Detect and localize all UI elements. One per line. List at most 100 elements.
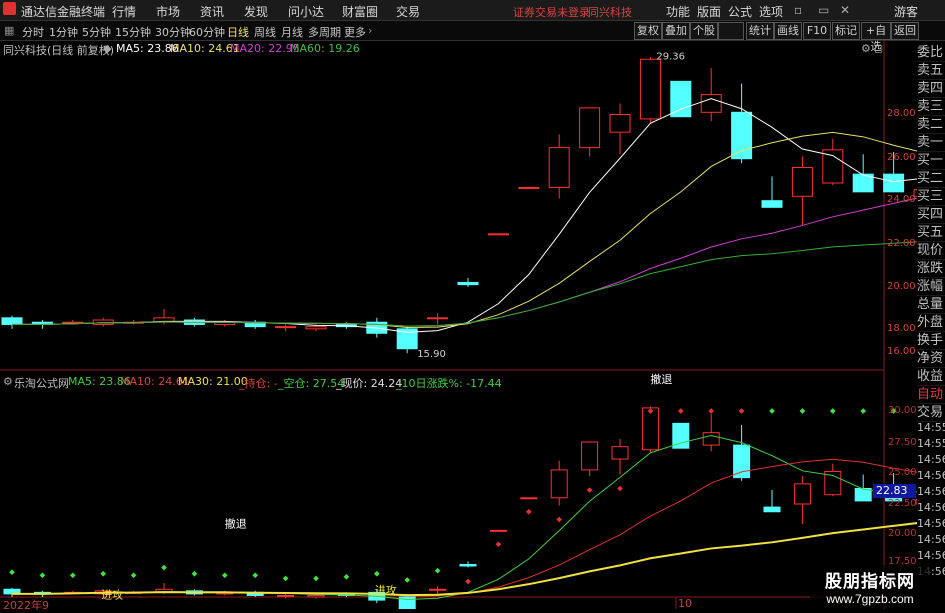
quote-panel: 委比 卖五 卖四 卖三 卖二 卖一 买一 买二 买三 买四 买五 现价 涨跌 涨…	[917, 44, 945, 386]
window-minimize-icon[interactable]: ▭	[818, 3, 829, 17]
watermark-url: www.7gpzb.com	[826, 592, 914, 606]
quote-item: 现价	[917, 243, 945, 260]
time-label: 14:56	[917, 517, 945, 530]
menu-options[interactable]: 选项	[759, 3, 783, 20]
candle-body	[700, 94, 722, 113]
signal-dot	[404, 577, 411, 583]
tab-multi[interactable]: 多周期	[308, 24, 341, 40]
quote-item: 卖四	[917, 81, 945, 98]
menu-news[interactable]: 资讯	[200, 3, 224, 20]
quote-item: 卖五	[917, 63, 945, 80]
add-watchlist-button[interactable]: +自选	[861, 22, 891, 53]
chevron-right-icon[interactable]: ›	[368, 24, 372, 37]
grid-icon: ▦	[4, 24, 15, 37]
y-tick-22: 22.00	[887, 238, 916, 249]
y-tick-26: 26.00	[887, 152, 916, 163]
time-label: 14:56	[917, 549, 945, 562]
candle-body	[487, 233, 509, 236]
signal-dot	[373, 570, 380, 577]
ind-candle-body	[277, 594, 295, 597]
candle-body	[609, 114, 631, 133]
adjust-button[interactable]: 复权	[634, 22, 662, 40]
auto-label[interactable]: 自动	[917, 386, 945, 404]
menu-function[interactable]: 功能	[666, 3, 690, 20]
auto-trade-panel: 自动 交易	[917, 386, 945, 422]
signal-dot	[829, 408, 836, 414]
candle-body	[548, 147, 570, 188]
ind-ma10-line	[12, 458, 917, 597]
tab-1min[interactable]: 1分钟	[49, 24, 78, 40]
signal-dot	[617, 485, 623, 492]
chart-area[interactable]: 撤退撤退进攻 进攻 29.3615.90	[0, 40, 917, 609]
stock-button[interactable]: 个股	[690, 22, 718, 40]
tab-weekly[interactable]: 周线	[254, 24, 276, 40]
candle-body	[92, 319, 114, 325]
draw-button[interactable]: 画线	[774, 22, 802, 40]
tab-daily[interactable]: 日线	[227, 24, 249, 40]
candle-body	[457, 281, 479, 286]
back-button[interactable]: 返回	[891, 22, 919, 40]
mark-button[interactable]: 标记	[832, 22, 860, 40]
signal-dot	[282, 575, 289, 582]
menu-bar: 通达信金融终端 行情 市场 资讯 发现 问小达 财富圈 交易 证券交易未登录 同…	[0, 0, 945, 21]
tab-monthly[interactable]: 月线	[281, 24, 303, 40]
overlay-button[interactable]: 叠加	[662, 22, 690, 40]
menu-market[interactable]: 市场	[156, 3, 180, 20]
guest-login[interactable]: 游客	[894, 3, 918, 20]
ind-y-tick-25: 25.00	[888, 467, 917, 478]
signal-dot	[465, 578, 471, 585]
signal-dot	[39, 572, 46, 579]
stats-button[interactable]: 统计	[746, 22, 774, 40]
high-price-label: 29.36	[656, 52, 685, 63]
menu-trade[interactable]: 交易	[396, 3, 420, 20]
signal-dot	[525, 508, 532, 515]
trade-label[interactable]: 交易	[917, 404, 945, 422]
menu-formula[interactable]: 公式	[728, 3, 752, 20]
ind-y-tick-30: 30.00	[888, 405, 917, 416]
signal-dot	[677, 408, 684, 414]
stock-name-title: 同兴科技	[588, 6, 632, 19]
candle-body	[791, 167, 813, 197]
ind-y-tick-27: 27.50	[888, 437, 917, 448]
quote-item: 委比	[917, 45, 945, 62]
time-label: 14:56	[917, 469, 945, 482]
ind-ma5-line	[12, 434, 917, 600]
ind-candle-body	[733, 444, 751, 479]
candle-body	[822, 149, 844, 184]
signal-dot	[69, 572, 76, 579]
window-close-icon[interactable]: ✕	[840, 3, 850, 17]
signal-dot	[434, 567, 441, 574]
tab-5min[interactable]: 5分钟	[82, 24, 111, 40]
signal-dot	[221, 572, 228, 579]
tab-more[interactable]: 更多	[344, 24, 366, 40]
menu-layout[interactable]: 版面	[697, 3, 721, 20]
signal-dot	[191, 570, 198, 577]
quote-item: 买四	[917, 207, 945, 224]
app-logo-icon	[3, 2, 16, 15]
app-title: 通达信金融终端	[21, 5, 106, 19]
login-notice[interactable]: 证券交易未登录	[513, 4, 590, 20]
candle-body	[427, 317, 449, 320]
f10-button[interactable]: F10	[803, 22, 831, 40]
signal-dot	[9, 569, 15, 576]
candle-body	[639, 58, 661, 120]
y-tick-24: 24.00	[887, 194, 916, 205]
window-list-icon[interactable]: ▫	[794, 3, 802, 17]
signal-dot	[252, 572, 259, 579]
tab-60min[interactable]: 60分钟	[189, 24, 225, 40]
menu-ask[interactable]: 问小达	[288, 3, 324, 20]
tab-30min[interactable]: 30分钟	[155, 24, 191, 40]
watermark-title: 股朋指标网	[825, 572, 915, 592]
tab-timeshare[interactable]: 分时	[22, 24, 44, 40]
candle-body	[1, 317, 23, 325]
time-label: 14:55	[917, 437, 945, 450]
menu-wealth[interactable]: 财富圈	[342, 3, 378, 20]
menu-quotes[interactable]: 行情	[112, 3, 136, 20]
candle-body	[518, 186, 540, 189]
ind-candle-body	[520, 497, 538, 500]
menu-discover[interactable]: 发现	[244, 3, 268, 20]
quote-item: 涨跌	[917, 261, 945, 278]
tab-15min[interactable]: 15分钟	[115, 24, 151, 40]
candle-body	[305, 326, 327, 330]
signal-dot	[343, 574, 350, 580]
